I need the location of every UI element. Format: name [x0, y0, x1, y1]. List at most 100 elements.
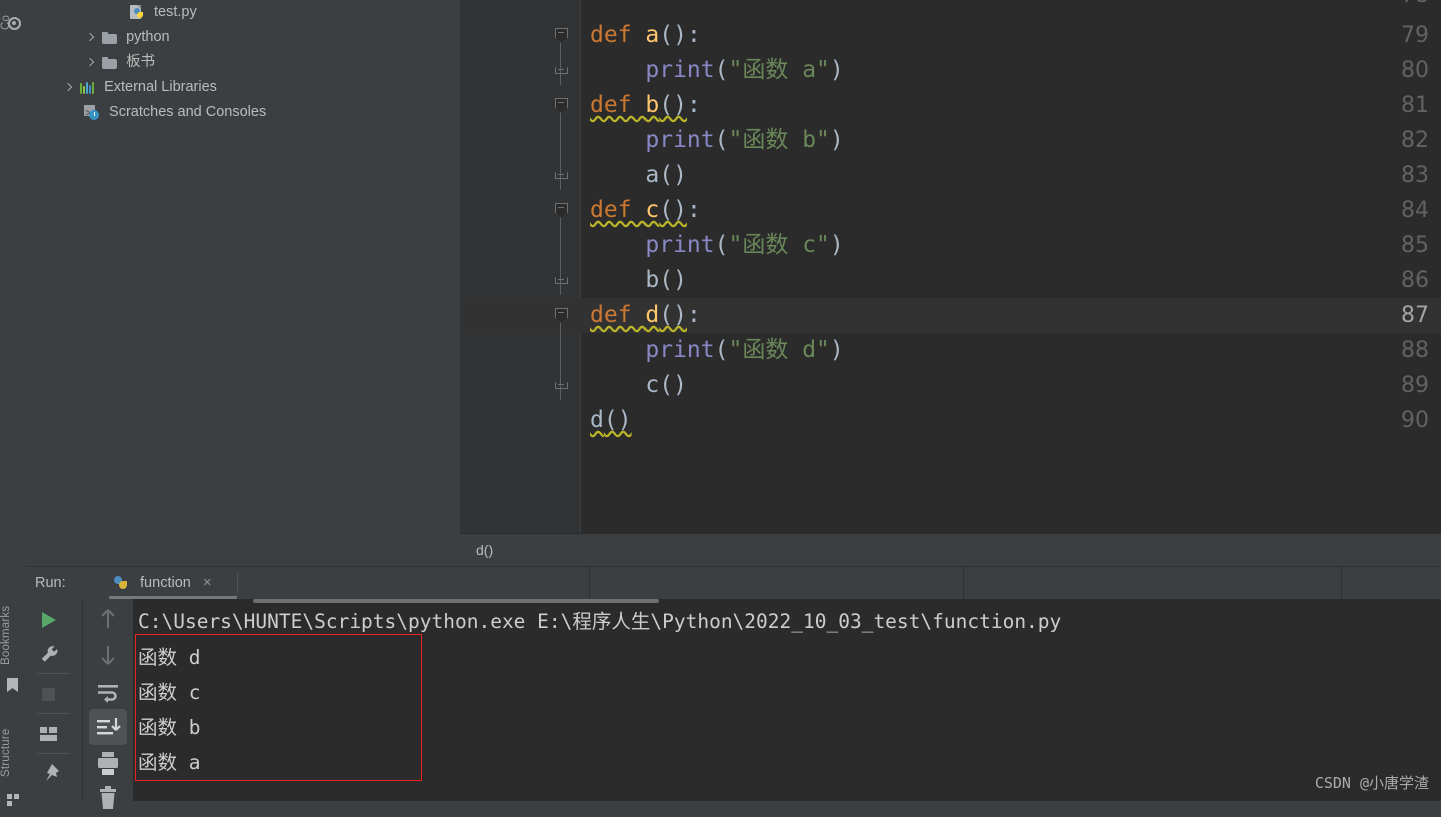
code-token: "函数 d" — [728, 337, 830, 363]
code-token: () — [659, 162, 687, 188]
libraries-icon — [80, 81, 95, 94]
console-output-line: 函数 b — [138, 716, 201, 739]
code-token: print — [645, 232, 715, 258]
tree-item-external-libraries[interactable]: External Libraries — [26, 75, 460, 100]
fold-end-icon[interactable] — [553, 158, 569, 193]
code-token: () — [659, 267, 687, 293]
line-number: 82 — [1401, 128, 1429, 153]
soft-wrap-button[interactable] — [83, 673, 133, 709]
code-line-87[interactable]: def d(): — [590, 298, 701, 333]
line-number: 88 — [1401, 338, 1429, 363]
run-tool-window: Run: function × C:\Users\HUNTE\Scripts\p… — [26, 566, 1441, 809]
code-token: ) — [829, 232, 844, 258]
bookmarks-label: Bookmarks — [0, 605, 12, 665]
bookmark-icon — [7, 678, 18, 692]
code-line-89[interactable]: c() — [590, 368, 687, 403]
project-panel-footer — [26, 533, 460, 566]
code-token: : — [686, 22, 701, 48]
run-tab-label: function — [140, 575, 191, 591]
code-editor[interactable]: 78 79 80 81 82 83 84 85 86 87 88 89 90 d… — [460, 0, 1441, 533]
fold-end-icon[interactable] — [553, 53, 569, 88]
code-token: ( — [714, 232, 729, 258]
fold-toggle-icon[interactable] — [553, 88, 569, 123]
console-output-line: 函数 a — [138, 751, 201, 774]
code-token: ) — [829, 127, 844, 153]
run-toolbar-secondary — [82, 599, 133, 809]
clear-all-trash-button[interactable] — [83, 781, 133, 817]
line-number: 85 — [1401, 233, 1429, 258]
code-token: print — [645, 127, 715, 153]
pin-button[interactable] — [26, 757, 82, 791]
settings-wrench-button[interactable] — [26, 637, 82, 671]
fold-toggle-icon[interactable] — [553, 298, 569, 333]
chevron-right-icon[interactable] — [62, 82, 74, 94]
code-token: a — [645, 22, 660, 48]
code-token: ) — [829, 337, 844, 363]
stop-button[interactable] — [26, 677, 82, 711]
code-line-88[interactable]: print("函数 d") — [590, 333, 844, 368]
code-line-79[interactable]: def a(): — [590, 18, 701, 53]
code-token: "函数 b" — [728, 127, 830, 153]
scroll-down-button[interactable] — [83, 637, 133, 673]
header-divider — [1341, 567, 1342, 599]
breadcrumb[interactable]: d() — [460, 533, 1441, 567]
code-line-81[interactable]: def b(): — [590, 88, 701, 123]
tree-item-banshu[interactable]: 板书 — [26, 50, 460, 75]
line-number: 81 — [1401, 93, 1429, 118]
code-line-82[interactable]: print("函数 b") — [590, 123, 844, 158]
pull-requests-icon[interactable] — [7, 16, 21, 30]
run-tab-function[interactable]: function × — [108, 567, 212, 599]
print-button[interactable] — [83, 745, 133, 781]
tree-item-scratches-and-consoles[interactable]: Scratches and Consoles — [26, 100, 460, 125]
code-token: def — [590, 92, 646, 118]
code-line-84[interactable]: def c(): — [590, 193, 701, 228]
console-scrollbar[interactable] — [253, 599, 659, 603]
code-token: () — [659, 372, 687, 398]
code-token: ) — [829, 57, 844, 83]
chevron-right-icon[interactable] — [84, 32, 96, 44]
code-token: b — [645, 92, 660, 118]
line-number: 84 — [1401, 198, 1429, 223]
breadcrumb-label[interactable]: d() — [476, 534, 493, 567]
scroll-up-button[interactable] — [83, 601, 133, 637]
chevron-right-icon[interactable] — [84, 57, 96, 69]
tree-item-python[interactable]: python — [26, 25, 460, 50]
code-token: () — [659, 22, 687, 48]
run-button[interactable] — [26, 603, 82, 637]
code-token: d — [645, 302, 660, 328]
scroll-to-end-button[interactable] — [89, 709, 127, 745]
fold-end-icon[interactable] — [553, 368, 569, 403]
fold-end-icon[interactable] — [553, 263, 569, 298]
code-line-85[interactable]: print("函数 c") — [590, 228, 844, 263]
close-icon[interactable]: × — [203, 567, 212, 599]
code-token: def — [590, 302, 646, 328]
left-tool-strip: Co Bookmarks Structure — [0, 0, 27, 806]
layout-button[interactable] — [26, 717, 82, 751]
code-token: print — [645, 57, 715, 83]
line-number: 78 — [1349, 0, 1429, 13]
tree-item-label: 板书 — [126, 54, 156, 70]
watermark-label: CSDN @小唐学渣 — [1314, 774, 1429, 792]
code-line-86[interactable]: b() — [590, 263, 687, 298]
line-number: 90 — [1401, 408, 1429, 433]
header-divider — [589, 567, 590, 599]
run-toolbar-primary — [26, 599, 82, 801]
code-line-90[interactable]: d() — [590, 403, 632, 438]
gutter-separator — [580, 0, 581, 533]
tree-item-label: Scratches and Consoles — [109, 104, 267, 120]
project-tool-window: test.py python 板书 External Libraries > S… — [26, 0, 461, 533]
code-token: print — [645, 337, 715, 363]
header-divider — [963, 567, 964, 599]
python-file-icon — [130, 5, 145, 20]
code-token: ( — [714, 337, 729, 363]
code-line-83[interactable]: a() — [590, 158, 687, 193]
tree-item-test-py[interactable]: test.py — [26, 0, 460, 25]
code-line-80[interactable]: print("函数 a") — [590, 53, 844, 88]
fold-toggle-icon[interactable] — [553, 18, 569, 53]
run-console-output[interactable]: C:\Users\HUNTE\Scripts\python.exe E:\程序人… — [133, 599, 1441, 801]
fold-toggle-icon[interactable] — [553, 193, 569, 228]
code-token: b — [645, 267, 660, 293]
toolbar-separator — [38, 753, 70, 754]
